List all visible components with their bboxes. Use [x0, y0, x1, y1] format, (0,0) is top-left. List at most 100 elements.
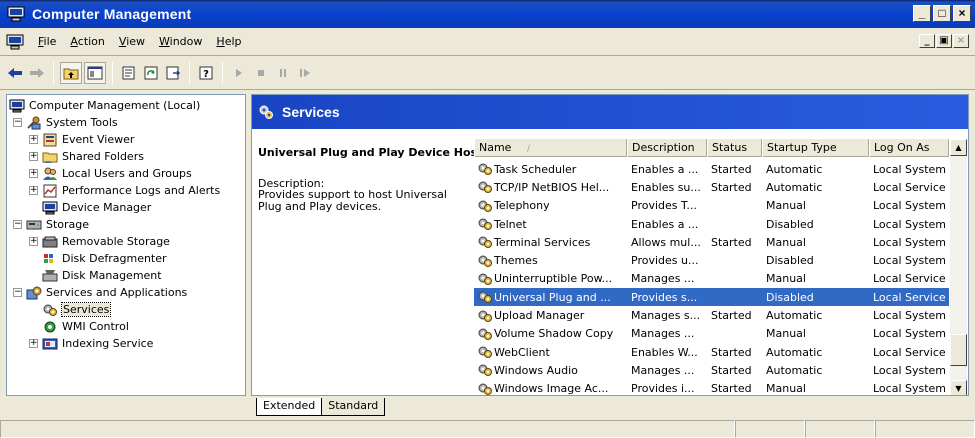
tree-item-shared-folders[interactable]: + Shared Folders [29, 148, 144, 165]
expand-icon[interactable]: + [29, 186, 38, 195]
scrollbar-thumb[interactable] [950, 334, 967, 366]
minimize-button[interactable]: _ [913, 5, 931, 22]
back-arrow-icon[interactable] [4, 62, 26, 84]
menu-file[interactable]: File [38, 35, 56, 48]
table-row[interactable]: Universal Plug and ... Provides s... Disab… [474, 288, 949, 307]
mdi-close-button[interactable]: × [953, 34, 969, 48]
tree-item-disk-defragmenter[interactable]: Disk Defragmenter [29, 250, 167, 267]
mdi-minimize-button[interactable]: _ [919, 34, 935, 48]
tree-item-indexing-service[interactable]: + Indexing Service [29, 335, 153, 352]
cell-startup-type: Manual [766, 235, 806, 249]
console-icon[interactable] [6, 34, 24, 50]
cell-status: Started [711, 235, 752, 249]
help-icon[interactable]: ? [195, 62, 217, 84]
refresh-icon[interactable] [140, 62, 162, 84]
cell-name: Uninterruptible Pow... [474, 272, 627, 286]
cell-log-on-as: Local System [873, 309, 947, 323]
console-tree[interactable]: Computer Management (Local) − System Too… [6, 94, 246, 396]
cell-startup-type: Automatic [766, 180, 823, 194]
stop-service-icon[interactable] [250, 62, 272, 84]
table-row[interactable]: Terminal Services Allows mul... Started Man… [474, 233, 949, 251]
cell-name: Windows Audio [474, 363, 627, 377]
tree-item-performance-logs[interactable]: + Performance Logs and Alerts [29, 182, 220, 199]
expand-icon[interactable]: + [29, 237, 38, 246]
table-row[interactable]: Windows Audio Manages ... Started Automatic… [474, 361, 949, 379]
collapse-icon[interactable]: − [13, 118, 22, 127]
table-row[interactable]: Task Scheduler Enables a ... Started Automa… [474, 160, 949, 178]
close-button[interactable]: × [953, 5, 971, 22]
maximize-button[interactable]: □ [933, 5, 951, 22]
expand-icon[interactable]: + [29, 339, 38, 348]
table-row[interactable]: Telephony Provides T... Manual Local System [474, 197, 949, 215]
column-header-name[interactable]: Name ∕ [474, 139, 627, 157]
gear-icon [477, 162, 493, 176]
expand-icon[interactable]: + [29, 169, 38, 178]
tree-item-local-users-groups[interactable]: + Local Users and Groups [29, 165, 192, 182]
table-row[interactable]: Upload Manager Manages s... Started Automat… [474, 306, 949, 324]
expand-icon[interactable]: + [29, 152, 38, 161]
vertical-scrollbar[interactable]: ▲ ▼ [950, 139, 967, 395]
menu-view[interactable]: View [119, 35, 145, 48]
tree-item-wmi-control[interactable]: WMI Control [29, 318, 129, 335]
services-header: Services [252, 95, 968, 129]
cell-name: Task Scheduler [474, 162, 627, 176]
tree-item-removable-storage[interactable]: + Removable Storage [29, 233, 170, 250]
tree-item-disk-management[interactable]: Disk Management [29, 267, 162, 284]
tab-standard[interactable]: Standard [321, 398, 386, 416]
tree-item-device-manager[interactable]: Device Manager [29, 199, 151, 216]
menu-window[interactable]: Window [159, 35, 202, 48]
cell-log-on-as: Local Service [873, 180, 946, 194]
tree-item-computer-management[interactable]: Computer Management (Local) [9, 97, 200, 114]
storage-icon [26, 218, 42, 232]
up-one-level-icon[interactable] [60, 61, 82, 84]
tree-item-system-tools[interactable]: − System Tools [13, 114, 118, 131]
table-row[interactable]: Volume Shadow Copy Manages ... Manual Local… [474, 325, 949, 343]
services-list[interactable]: Name ∕ Description Status Startup Type L… [474, 129, 968, 396]
scroll-up-arrow-icon[interactable]: ▲ [950, 139, 967, 156]
table-row[interactable]: Themes Provides u... Disabled Local System [474, 251, 949, 269]
tab-extended[interactable]: Extended [256, 398, 323, 416]
cell-startup-type: Disabled [766, 254, 814, 268]
tools-icon [26, 116, 42, 130]
table-row[interactable]: Telnet Enables a ... Disabled Local System [474, 215, 949, 233]
column-header-log-on-as[interactable]: Log On As [869, 139, 949, 157]
list-header: Name ∕ Description Status Startup Type L… [474, 139, 949, 157]
table-row[interactable]: Uninterruptible Pow... Manages ... Manual L… [474, 270, 949, 288]
services-rows: Task Scheduler Enables a ... Started Automa… [474, 160, 949, 396]
cell-log-on-as: Local System [873, 382, 947, 396]
service-name: Uninterruptible Pow... [494, 272, 613, 286]
tree-item-storage[interactable]: − Storage [13, 216, 89, 233]
title-bar[interactable]: Computer Management _ □ × [0, 0, 975, 28]
cell-log-on-as: Local System [873, 235, 947, 249]
menu-help[interactable]: Help [216, 35, 241, 48]
tree-item-event-viewer[interactable]: + Event Viewer [29, 131, 134, 148]
mdi-restore-button[interactable]: ▣ [936, 34, 952, 48]
scroll-down-arrow-icon[interactable]: ▼ [950, 380, 967, 395]
collapse-icon[interactable]: − [13, 288, 22, 297]
column-header-description[interactable]: Description [627, 139, 707, 157]
service-name: Windows Image Ac... [494, 382, 609, 396]
cell-startup-type: Manual [766, 272, 806, 286]
collapse-icon[interactable]: − [13, 220, 22, 229]
export-list-icon[interactable] [162, 62, 184, 84]
tree-item-services-applications[interactable]: − Services and Applications [13, 284, 187, 301]
pause-service-icon[interactable] [272, 62, 294, 84]
cell-description: Enables a ... [631, 162, 699, 176]
table-row[interactable]: Windows Image Ac... Provides i... Started M… [474, 380, 949, 396]
column-header-startup-type[interactable]: Startup Type [762, 139, 869, 157]
forward-arrow-icon[interactable] [26, 62, 48, 84]
column-header-status[interactable]: Status [707, 139, 762, 157]
status-pane-2 [735, 420, 805, 438]
properties-icon[interactable] [118, 62, 140, 84]
table-row[interactable]: WebClient Enables W... Started Automatic Loc… [474, 343, 949, 361]
table-row[interactable]: TCP/IP NetBIOS Hel... Enables su... Starte… [474, 178, 949, 196]
service-name: Task Scheduler [494, 162, 577, 176]
show-hide-tree-icon[interactable] [84, 61, 106, 84]
menu-action[interactable]: Action [70, 35, 104, 48]
toolbar: ? [0, 56, 975, 90]
restart-service-icon[interactable] [294, 62, 316, 84]
cell-description: Manages ... [631, 272, 695, 286]
start-service-icon[interactable] [228, 62, 250, 84]
expand-icon[interactable]: + [29, 135, 38, 144]
tree-item-services[interactable]: Services [29, 301, 112, 318]
